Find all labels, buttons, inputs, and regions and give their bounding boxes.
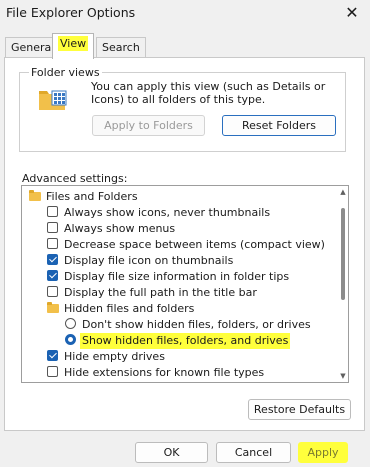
checkbox-file-icon-thumbnails[interactable] [47,254,58,265]
radio-dont-show-hidden[interactable] [65,318,76,329]
folder-view-icon [39,90,67,110]
option-label: Always show icons, never thumbnails [64,206,271,219]
tree-scrollbar[interactable]: ▲ ▼ [338,186,348,382]
restore-defaults-button[interactable]: Restore Defaults [248,399,351,420]
tab-view[interactable]: View [52,33,95,59]
checkbox-always-show-icons[interactable] [47,206,58,217]
close-icon[interactable]: ✕ [340,2,364,24]
tab-general-label: General [11,41,55,54]
advanced-settings-label: Advanced settings: [22,172,128,185]
checkbox-hide-empty-drives[interactable] [47,350,58,361]
scroll-thumb[interactable] [341,208,345,300]
apply-button[interactable]: Apply [298,442,348,463]
cancel-button[interactable]: Cancel [216,442,291,463]
option-label: Show hidden files, folders, and drives [80,333,291,349]
option-label: Hide extensions for known file types [64,366,265,379]
checkbox-file-size-info[interactable] [47,270,58,281]
advanced-settings-tree[interactable]: Files and Folders Always show icons, nev… [21,185,349,383]
folder-views-description: You can apply this view (such as Details… [91,80,326,106]
apply-to-folders-button[interactable]: Apply to Folders [92,115,205,136]
tab-search-label: Search [102,41,140,54]
checkbox-compact-view[interactable] [47,238,58,249]
folder-icon [47,302,59,313]
scroll-down-arrow-icon[interactable]: ▼ [339,372,347,380]
ok-button[interactable]: OK [135,442,208,463]
radio-show-hidden[interactable] [65,334,76,345]
folder-icon [29,190,41,201]
option-label: Display file icon on thumbnails [64,254,234,267]
option-label: Display file size information in folder … [64,270,290,283]
option-label: Always show menus [64,222,176,235]
checkbox-full-path-title[interactable] [47,286,58,297]
option-label: Hide empty drives [64,350,165,363]
checkbox-always-show-menus[interactable] [47,222,58,233]
tree-folder-label: Files and Folders [46,190,138,203]
tree-folder-label: Hidden files and folders [64,302,195,315]
option-label: Display the full path in the title bar [64,286,257,299]
tab-view-label: View [58,36,89,51]
tab-search[interactable]: Search [96,37,146,58]
checkbox-hide-extensions[interactable] [47,366,58,377]
scroll-up-arrow-icon[interactable]: ▲ [339,188,347,196]
title-bar: File Explorer Options ✕ [0,0,370,28]
reset-folders-button[interactable]: Reset Folders [222,115,336,136]
option-label: Decrease space between items (compact vi… [64,238,325,251]
window-title: File Explorer Options [6,5,136,20]
option-label: Don't show hidden files, folders, or dri… [82,318,311,331]
folder-views-legend: Folder views [29,66,102,79]
